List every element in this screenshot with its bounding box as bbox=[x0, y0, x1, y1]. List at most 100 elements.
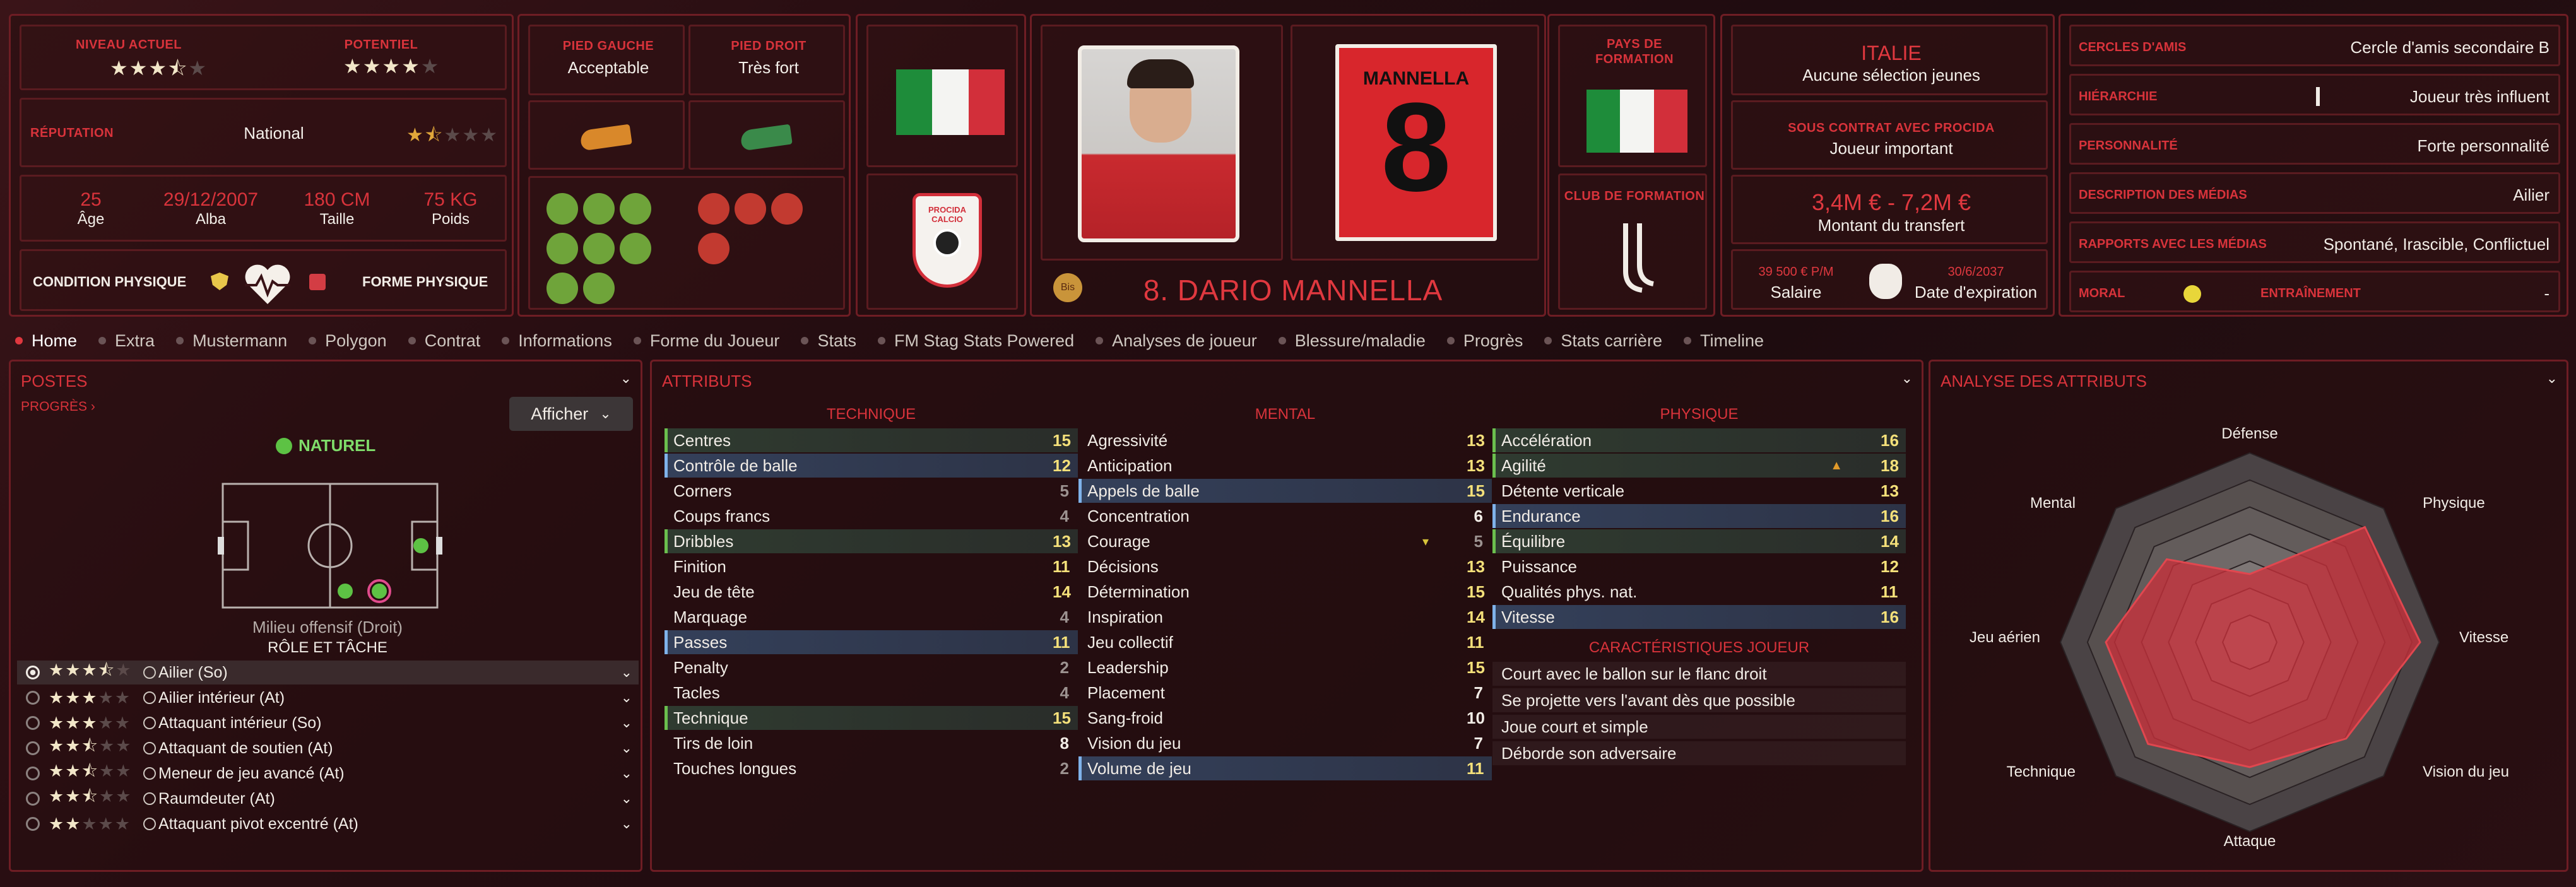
attribute-row[interactable]: Placement 7 bbox=[1078, 681, 1492, 705]
attribute-row[interactable]: Penalty 2 bbox=[665, 655, 1078, 679]
chevron-down-icon[interactable]: ⌄ bbox=[621, 690, 632, 706]
afficher-dropdown[interactable]: Afficher ⌄ bbox=[509, 397, 633, 431]
attribute-row[interactable]: Détente verticale 13 bbox=[1492, 479, 1906, 503]
attribute-row[interactable]: Volume de jeu 11 bbox=[1078, 756, 1492, 780]
chevron-down-icon[interactable]: ⌄ bbox=[621, 664, 632, 681]
chevron-down-icon[interactable]: ⌄ bbox=[621, 816, 632, 832]
role-row[interactable]: ★★★★★ Attaquant intérieur (So) ⌄ bbox=[17, 711, 639, 735]
info-icon[interactable] bbox=[143, 666, 156, 679]
info-icon[interactable] bbox=[143, 818, 156, 830]
tab-polygon[interactable]: Polygon bbox=[309, 331, 387, 351]
trait-icon[interactable] bbox=[583, 193, 615, 225]
attribute-row[interactable]: Concentration 6 bbox=[1078, 504, 1492, 528]
tab-contrat[interactable]: Contrat bbox=[408, 331, 480, 351]
attribute-row[interactable]: Détermination 15 bbox=[1078, 580, 1492, 604]
role-radio[interactable] bbox=[26, 792, 40, 806]
role-row[interactable]: ★★⯪★★ Meneur de jeu avancé (At) ⌄ bbox=[17, 761, 639, 785]
tab-analyses-de-joueur[interactable]: Analyses de joueur bbox=[1096, 331, 1257, 351]
collapse-chevron-icon[interactable]: ⌄ bbox=[1901, 370, 1913, 387]
info-icon[interactable] bbox=[143, 767, 156, 780]
role-row[interactable]: ★★★⯪★ Ailier (So) ⌄ bbox=[17, 661, 639, 684]
trait-icon[interactable] bbox=[771, 193, 803, 225]
condition-box: CONDITION PHYSIQUE FORME PHYSIQUE bbox=[20, 249, 507, 311]
heart-icon bbox=[245, 264, 290, 304]
tab-stats[interactable]: Stats bbox=[801, 331, 856, 351]
attribute-row[interactable]: Jeu collectif 11 bbox=[1078, 630, 1492, 654]
attribute-row[interactable]: Marquage 4 bbox=[665, 605, 1078, 629]
progress-link[interactable]: PROGRÈS › bbox=[21, 399, 95, 414]
attribute-row[interactable]: Agressivité 13 bbox=[1078, 428, 1492, 452]
attribute-row[interactable]: Centres 15 bbox=[665, 428, 1078, 452]
role-radio[interactable] bbox=[26, 716, 40, 730]
role-row[interactable]: ★★⯪★★ Raumdeuter (At) ⌄ bbox=[17, 787, 639, 811]
chevron-down-icon[interactable]: ⌄ bbox=[621, 790, 632, 807]
info-label: RAPPORTS AVEC LES MÉDIAS bbox=[2079, 237, 2267, 251]
tab-stats-carri-re[interactable]: Stats carrière bbox=[1544, 331, 1662, 351]
attribute-row[interactable]: Leadership 15 bbox=[1078, 655, 1492, 679]
info-icon[interactable] bbox=[143, 717, 156, 729]
attribute-row[interactable]: Tacles 4 bbox=[665, 681, 1078, 705]
collapse-chevron-icon[interactable]: ⌄ bbox=[2546, 370, 2558, 387]
attribute-row[interactable]: Contrôle de balle 12 bbox=[665, 454, 1078, 478]
attribute-row[interactable]: Coups francs 4 bbox=[665, 504, 1078, 528]
attribute-row[interactable]: Courage ▾ 5 bbox=[1078, 529, 1492, 553]
info-icon[interactable] bbox=[143, 691, 156, 704]
attribute-row[interactable]: Puissance 12 bbox=[1492, 555, 1906, 579]
info-icon[interactable] bbox=[143, 742, 156, 755]
trait-icon[interactable] bbox=[547, 233, 578, 264]
attribute-row[interactable]: Touches longues 2 bbox=[665, 756, 1078, 780]
role-radio[interactable] bbox=[26, 817, 40, 831]
attribute-row[interactable]: Sang-froid 10 bbox=[1078, 706, 1492, 730]
attribute-row[interactable]: Endurance 16 bbox=[1492, 504, 1906, 528]
chevron-down-icon[interactable]: ⌄ bbox=[621, 740, 632, 756]
attribute-row[interactable]: Appels de balle 15 bbox=[1078, 479, 1492, 503]
tab-informations[interactable]: Informations bbox=[502, 331, 612, 351]
attribute-row[interactable]: Équilibre 14 bbox=[1492, 529, 1906, 553]
attribute-row[interactable]: Vision du jeu 7 bbox=[1078, 731, 1492, 755]
attribute-row[interactable]: Anticipation 13 bbox=[1078, 454, 1492, 478]
trait-icon[interactable] bbox=[620, 193, 651, 225]
attribute-row[interactable]: Qualités phys. nat. 11 bbox=[1492, 580, 1906, 604]
role-row[interactable]: ★★⯪★★ Attaquant de soutien (At) ⌄ bbox=[17, 736, 639, 760]
attribute-row[interactable]: Inspiration 14 bbox=[1078, 605, 1492, 629]
trait-icon[interactable] bbox=[735, 193, 766, 225]
trait-icon[interactable] bbox=[583, 273, 615, 304]
tab-fm-stag-stats-powered[interactable]: FM Stag Stats Powered bbox=[877, 331, 1074, 351]
chevron-down-icon[interactable]: ⌄ bbox=[621, 765, 632, 782]
role-radio[interactable] bbox=[26, 691, 40, 705]
trait-icon[interactable] bbox=[698, 233, 730, 264]
attribute-row[interactable]: Agilité ▲ 18 bbox=[1492, 454, 1906, 478]
tab-home[interactable]: Home bbox=[15, 331, 77, 351]
attribute-row[interactable]: Finition 11 bbox=[665, 555, 1078, 579]
trait-icon[interactable] bbox=[583, 233, 615, 264]
attribute-row[interactable]: Dribbles 13 bbox=[665, 529, 1078, 553]
role-radio[interactable] bbox=[26, 767, 40, 780]
left-foot-value: Acceptable bbox=[567, 58, 649, 77]
trait-icon[interactable] bbox=[698, 193, 730, 225]
attribute-row[interactable]: Technique 15 bbox=[665, 706, 1078, 730]
attribute-row[interactable]: Accélération 16 bbox=[1492, 428, 1906, 452]
tab-mustermann[interactable]: Mustermann bbox=[176, 331, 287, 351]
trait-icon[interactable] bbox=[620, 233, 651, 264]
tab-progr-s[interactable]: Progrès bbox=[1446, 331, 1523, 351]
attribute-row[interactable]: Décisions 13 bbox=[1078, 555, 1492, 579]
attribute-row[interactable]: Passes 11 bbox=[665, 630, 1078, 654]
trait-icon[interactable] bbox=[547, 193, 578, 225]
attribute-row[interactable]: Vitesse 16 bbox=[1492, 605, 1906, 629]
attribute-row[interactable]: Jeu de tête 14 bbox=[665, 580, 1078, 604]
info-icon[interactable] bbox=[143, 792, 156, 805]
role-row[interactable]: ★★★★★ Attaquant pivot excentré (At) ⌄ bbox=[17, 812, 639, 836]
attribute-row[interactable]: Corners 5 bbox=[665, 479, 1078, 503]
role-radio[interactable] bbox=[26, 741, 40, 755]
role-radio[interactable] bbox=[26, 666, 40, 679]
chevron-down-icon[interactable]: ⌄ bbox=[621, 715, 632, 731]
tab-forme-du-joueur[interactable]: Forme du Joueur bbox=[633, 331, 779, 351]
tab-timeline[interactable]: Timeline bbox=[1683, 331, 1764, 351]
postes-title: POSTES bbox=[21, 372, 88, 391]
tab-extra[interactable]: Extra bbox=[98, 331, 155, 351]
trait-icon[interactable] bbox=[547, 273, 578, 304]
role-row[interactable]: ★★★★★ Ailier intérieur (At) ⌄ bbox=[17, 686, 639, 710]
tab-blessure-maladie[interactable]: Blessure/maladie bbox=[1278, 331, 1426, 351]
attribute-row[interactable]: Tirs de loin 8 bbox=[665, 731, 1078, 755]
collapse-chevron-icon[interactable]: ⌄ bbox=[620, 370, 632, 387]
